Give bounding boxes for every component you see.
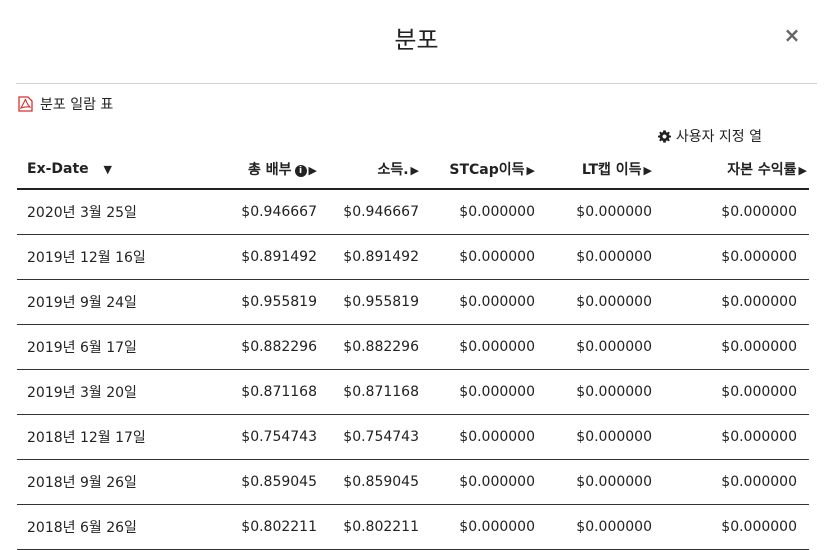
cell-income: $0.946667 xyxy=(317,189,419,235)
header-label: LT캡 이득 xyxy=(581,162,642,178)
header-label: 자본 수익률 xyxy=(727,162,797,178)
cell-st-cap-gain: $0.000000 xyxy=(419,234,535,280)
cell-total-distribution: $0.955819 xyxy=(217,279,317,325)
cell-ex-date: 2019년 12월 16일 xyxy=(17,234,217,280)
header-return-of-capital[interactable]: 자본 수익률 ▶ xyxy=(652,150,809,190)
cell-total-distribution: $0.946667 xyxy=(217,189,317,235)
cell-ex-date: 2018년 6월 26일 xyxy=(17,504,217,550)
cell-total-distribution: $0.859045 xyxy=(217,459,317,505)
sort-right-icon: ▶ xyxy=(410,164,419,177)
cell-return-of-capital: $0.000000 xyxy=(652,189,809,235)
table-row: 2018년 6월 26일 $0.802211 $0.802211 $0.000000 $… xyxy=(17,504,809,550)
cell-income: $0.754743 xyxy=(317,414,419,460)
header-label: 총 배부 xyxy=(248,162,292,178)
cell-lt-cap-gain: $0.000000 xyxy=(535,504,652,550)
cell-ex-date: 2018년 9월 26일 xyxy=(17,459,217,505)
header-lt-cap-gain[interactable]: LT캡 이득 ▶ xyxy=(535,150,652,190)
table-row: 2018년 12월 17일 $0.754743 $0.754743 $0.000000… xyxy=(17,414,809,460)
cell-return-of-capital: $0.000000 xyxy=(652,279,809,325)
cell-st-cap-gain: $0.000000 xyxy=(419,189,535,235)
close-button[interactable]: × xyxy=(781,24,803,46)
cell-ex-date: 2019년 3월 20일 xyxy=(17,369,217,415)
modal-header: 분포 × xyxy=(16,0,817,84)
sort-right-icon: ▶ xyxy=(643,164,652,177)
table-row: 2019년 9월 24일 $0.955819 $0.955819 $0.000000 $… xyxy=(17,279,809,325)
table-row: 2019년 3월 20일 $0.871168 $0.871168 $0.000000 $… xyxy=(17,369,809,415)
cell-ex-date: 2019년 9월 24일 xyxy=(17,279,217,325)
table-header-row: Ex-Date ▼ 총 배부 i ▶ 소득. ▶ STCap이득 ▶ LT캡 이득 ▶ 자… xyxy=(17,150,809,190)
table-row: 2020년 3월 25일 $0.946667 $0.946667 $0.000000 $… xyxy=(17,189,809,235)
custom-columns-label: 사용자 지정 열 xyxy=(675,129,762,145)
cell-return-of-capital: $0.000000 xyxy=(652,369,809,415)
cell-st-cap-gain: $0.000000 xyxy=(419,369,535,415)
pdf-download-link[interactable]: 분포 일람 표 xyxy=(17,94,113,114)
sort-right-icon: ▶ xyxy=(798,164,807,177)
table-row: 2019년 12월 16일 $0.891492 $0.891492 $0.000000… xyxy=(17,234,809,280)
cell-return-of-capital: $0.000000 xyxy=(652,324,809,370)
cell-lt-cap-gain: $0.000000 xyxy=(535,279,652,325)
cell-lt-cap-gain: $0.000000 xyxy=(535,369,652,415)
info-icon[interactable]: i xyxy=(294,165,307,177)
cell-total-distribution: $0.754743 xyxy=(217,414,317,460)
sort-right-icon: ▶ xyxy=(308,164,317,177)
header-total-distribution[interactable]: 총 배부 i ▶ xyxy=(217,150,317,190)
cell-return-of-capital: $0.000000 xyxy=(652,459,809,505)
distribution-table: Ex-Date ▼ 총 배부 i ▶ 소득. ▶ STCap이득 ▶ LT캡 이득 ▶ 자… xyxy=(17,150,809,550)
cell-total-distribution: $0.891492 xyxy=(217,234,317,280)
cell-ex-date: 2019년 6월 17일 xyxy=(17,324,217,370)
cell-lt-cap-gain: $0.000000 xyxy=(535,459,652,505)
cell-st-cap-gain: $0.000000 xyxy=(419,279,535,325)
cell-income: $0.859045 xyxy=(317,459,419,505)
gear-icon xyxy=(657,129,671,143)
modal-title: 분포 xyxy=(394,26,439,54)
cell-lt-cap-gain: $0.000000 xyxy=(535,189,652,235)
cell-income: $0.871168 xyxy=(317,369,419,415)
cell-st-cap-gain: $0.000000 xyxy=(419,459,535,505)
custom-columns-button[interactable]: 사용자 지정 열 xyxy=(657,126,762,146)
sort-down-icon: ▼ xyxy=(103,163,113,176)
cell-st-cap-gain: $0.000000 xyxy=(419,414,535,460)
cell-total-distribution: $0.802211 xyxy=(217,504,317,550)
cell-lt-cap-gain: $0.000000 xyxy=(535,234,652,280)
cell-return-of-capital: $0.000000 xyxy=(652,414,809,460)
cell-st-cap-gain: $0.000000 xyxy=(419,324,535,370)
cell-st-cap-gain: $0.000000 xyxy=(419,504,535,550)
sort-right-icon: ▶ xyxy=(526,164,535,177)
cell-ex-date: 2018년 12월 17일 xyxy=(17,414,217,460)
pdf-icon xyxy=(18,96,33,112)
cell-lt-cap-gain: $0.000000 xyxy=(535,414,652,460)
cell-return-of-capital: $0.000000 xyxy=(652,504,809,550)
cell-total-distribution: $0.882296 xyxy=(217,324,317,370)
cell-lt-cap-gain: $0.000000 xyxy=(535,324,652,370)
header-label: STCap이득 xyxy=(449,162,525,178)
cell-income: $0.891492 xyxy=(317,234,419,280)
header-label: 소득. xyxy=(377,162,409,178)
cell-income: $0.955819 xyxy=(317,279,419,325)
header-ex-date[interactable]: Ex-Date ▼ xyxy=(17,150,217,190)
cell-ex-date: 2020년 3월 25일 xyxy=(17,189,217,235)
header-income[interactable]: 소득. ▶ xyxy=(317,150,419,190)
cell-return-of-capital: $0.000000 xyxy=(652,234,809,280)
pdf-link-label: 분포 일람 표 xyxy=(40,97,114,113)
cell-total-distribution: $0.871168 xyxy=(217,369,317,415)
header-label: Ex-Date xyxy=(27,161,89,177)
table-row: 2018년 9월 26일 $0.859045 $0.859045 $0.000000 $… xyxy=(17,459,809,505)
cell-income: $0.882296 xyxy=(317,324,419,370)
table-row: 2019년 6월 17일 $0.882296 $0.882296 $0.000000 $… xyxy=(17,324,809,370)
cell-income: $0.802211 xyxy=(317,504,419,550)
header-st-cap-gain[interactable]: STCap이득 ▶ xyxy=(419,150,535,190)
